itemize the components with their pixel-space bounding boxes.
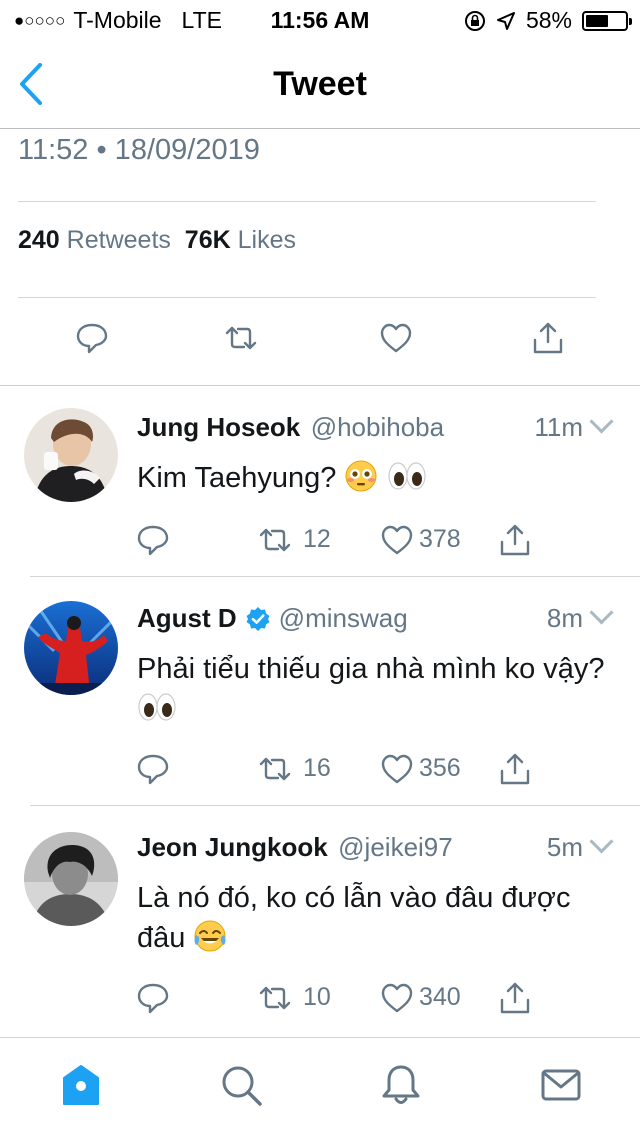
retweet-icon[interactable] xyxy=(223,320,259,356)
like-heart-icon[interactable] xyxy=(379,980,415,1016)
retweets-count[interactable]: 240 xyxy=(18,226,60,254)
avatar[interactable] xyxy=(24,408,118,502)
display-name[interactable]: Jeon Jungkook xyxy=(137,832,328,862)
relative-time: 5m xyxy=(546,832,583,862)
reply-tweet[interactable]: Agust D @minswag 8m Phải tiểu thiếu gia … xyxy=(0,577,640,805)
tweet-text: Kim Taehyung? xyxy=(137,458,607,498)
verified-badge-icon xyxy=(246,606,270,631)
tweet-text-content: Phải tiểu thiếu gia nhà mình ko vậy? xyxy=(137,653,605,685)
eyes-emoji-icon xyxy=(138,693,176,721)
avatar[interactable] xyxy=(24,601,118,695)
share-icon[interactable] xyxy=(497,522,533,558)
messages-icon[interactable] xyxy=(538,1062,584,1108)
tweet-stats: 240 Retweets 76K Likes xyxy=(18,226,296,255)
tweet-timestamp: 11:52 • 18/09/2019 xyxy=(18,134,260,166)
battery-icon xyxy=(582,10,632,31)
reply-tweet[interactable]: Jeon Jungkook @jeikei97 5m Là nó đó, ko … xyxy=(0,806,640,1034)
relative-time: 11m xyxy=(534,412,583,442)
retweet-count: 10 xyxy=(303,983,331,1011)
share-icon[interactable] xyxy=(497,980,533,1016)
status-bar: ●○○○○ T-Mobile LTE 11:56 AM 58% xyxy=(0,0,640,40)
username[interactable]: @minswag xyxy=(279,603,408,634)
reply-action-bar: 10 340 xyxy=(137,980,557,1016)
tweet-text: Là nó đó, ko có lẫn vào đâu được đâu xyxy=(137,878,607,958)
share-icon[interactable] xyxy=(530,320,566,356)
status-right: 58% xyxy=(464,7,632,34)
orientation-lock-icon xyxy=(464,10,485,31)
page-title: Tweet xyxy=(273,65,367,103)
chevron-down-icon[interactable] xyxy=(589,600,614,625)
share-icon[interactable] xyxy=(497,751,533,787)
username[interactable]: @hobihoba xyxy=(311,412,444,442)
eyes-emoji-icon xyxy=(387,462,426,490)
notifications-icon[interactable] xyxy=(378,1062,424,1108)
like-count: 340 xyxy=(419,983,461,1011)
home-icon[interactable] xyxy=(58,1062,104,1108)
reply-action-bar: 12 378 xyxy=(137,522,557,558)
likes-count[interactable]: 76K xyxy=(185,226,231,254)
navigation-bar: Tweet xyxy=(0,40,640,129)
reply-icon[interactable] xyxy=(135,980,171,1016)
reply-action-bar: 16 356 xyxy=(137,751,557,787)
retweet-icon[interactable] xyxy=(257,980,293,1016)
retweet-icon[interactable] xyxy=(257,751,293,787)
likes-label[interactable]: Likes xyxy=(238,226,296,254)
relative-time: 8m xyxy=(546,603,583,633)
reply-icon[interactable] xyxy=(135,751,171,787)
display-name[interactable]: Agust D xyxy=(137,603,237,634)
like-count: 356 xyxy=(419,754,461,782)
reply-icon[interactable] xyxy=(74,320,110,356)
location-arrow-icon xyxy=(496,11,515,30)
tab-bar xyxy=(0,1037,640,1137)
like-heart-icon[interactable] xyxy=(379,522,415,558)
avatar[interactable] xyxy=(24,832,118,926)
avatar-jung-hoseok-image xyxy=(24,408,118,502)
retweet-icon[interactable] xyxy=(257,522,293,558)
retweet-count: 16 xyxy=(303,754,331,782)
divider xyxy=(18,297,596,298)
like-count: 378 xyxy=(419,525,461,553)
like-heart-icon[interactable] xyxy=(378,320,414,356)
battery-percent: 58% xyxy=(525,7,572,33)
tweet-text-content: Kim Taehyung? xyxy=(137,462,337,494)
avatar-jeon-jungkook-image xyxy=(24,832,118,926)
reply-tweet[interactable]: Jung Hoseok @hobihoba 11m Kim Taehyung? … xyxy=(0,386,640,576)
like-heart-icon[interactable] xyxy=(379,751,415,787)
tears-of-joy-emoji-icon xyxy=(194,920,226,952)
username[interactable]: @jeikei97 xyxy=(338,832,453,862)
battery-fill xyxy=(586,14,608,27)
divider xyxy=(18,201,596,202)
avatar-agust-d-image xyxy=(24,601,118,695)
flushed-face-emoji-icon xyxy=(345,460,377,492)
display-name[interactable]: Jung Hoseok xyxy=(137,412,300,442)
retweet-count: 12 xyxy=(303,525,331,553)
reply-icon[interactable] xyxy=(135,522,171,558)
tweet-action-bar xyxy=(0,320,640,364)
chevron-down-icon[interactable] xyxy=(589,409,614,434)
search-icon[interactable] xyxy=(218,1062,264,1108)
chevron-down-icon[interactable] xyxy=(589,829,614,854)
tweet-text: Phải tiểu thiếu gia nhà mình ko vậy? xyxy=(137,649,607,729)
retweets-label[interactable]: Retweets xyxy=(67,226,171,254)
